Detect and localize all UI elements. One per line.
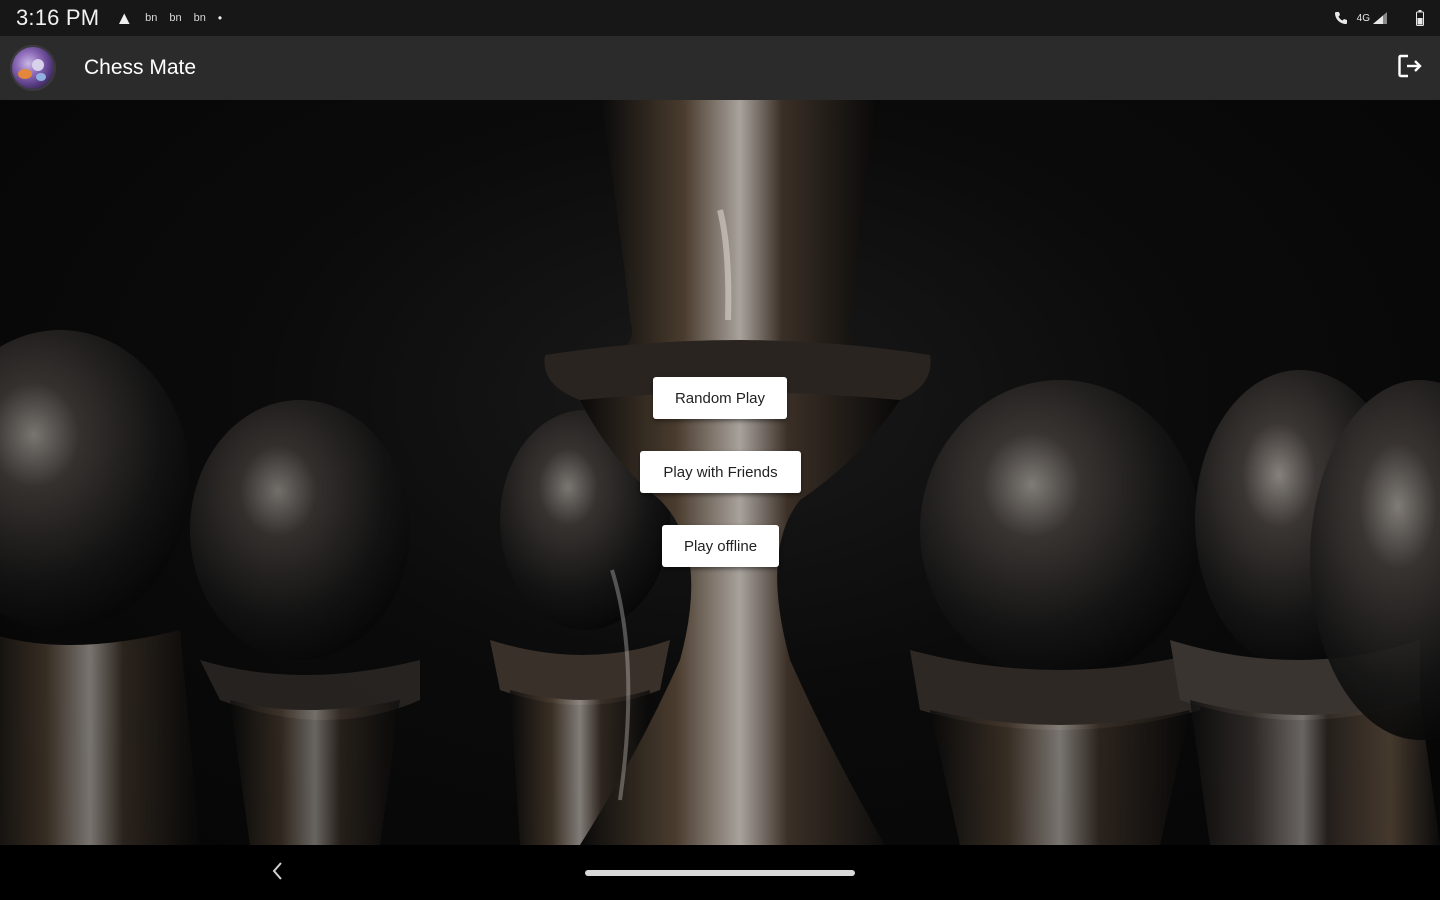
- battery-icon: [1416, 10, 1424, 26]
- notification-icons: ▲ bn bn bn •: [115, 9, 222, 27]
- news-icon: bn: [193, 12, 206, 24]
- status-right-icons: 4G: [1333, 10, 1424, 26]
- gesture-handle[interactable]: [585, 870, 855, 876]
- warning-icon: ▲: [115, 8, 134, 28]
- chevron-left-icon: [270, 860, 286, 887]
- back-button[interactable]: [262, 857, 294, 889]
- user-avatar[interactable]: [10, 45, 56, 91]
- app-screen: 3:16 PM ▲ bn bn bn • 4G Chess Mate Rando…: [0, 0, 1440, 900]
- logout-button[interactable]: [1390, 48, 1430, 88]
- news-icon: bn: [145, 12, 158, 24]
- news-icon: bn: [169, 12, 182, 24]
- status-time: 3:16 PM: [16, 5, 100, 30]
- play-with-friends-button[interactable]: Play with Friends: [640, 451, 801, 493]
- app-bar: Chess Mate: [0, 36, 1440, 100]
- play-offline-button[interactable]: Play offline: [662, 525, 779, 567]
- 4g-signal-icon: 4G: [1357, 11, 1388, 25]
- navigation-bar: [0, 845, 1440, 900]
- status-bar: 3:16 PM ▲ bn bn bn • 4G: [0, 0, 1440, 36]
- logout-icon: [1396, 52, 1424, 85]
- call-icon: [1333, 10, 1349, 26]
- dot-icon: •: [217, 11, 223, 25]
- app-title: Chess Mate: [84, 56, 197, 79]
- random-play-button[interactable]: Random Play: [653, 377, 787, 419]
